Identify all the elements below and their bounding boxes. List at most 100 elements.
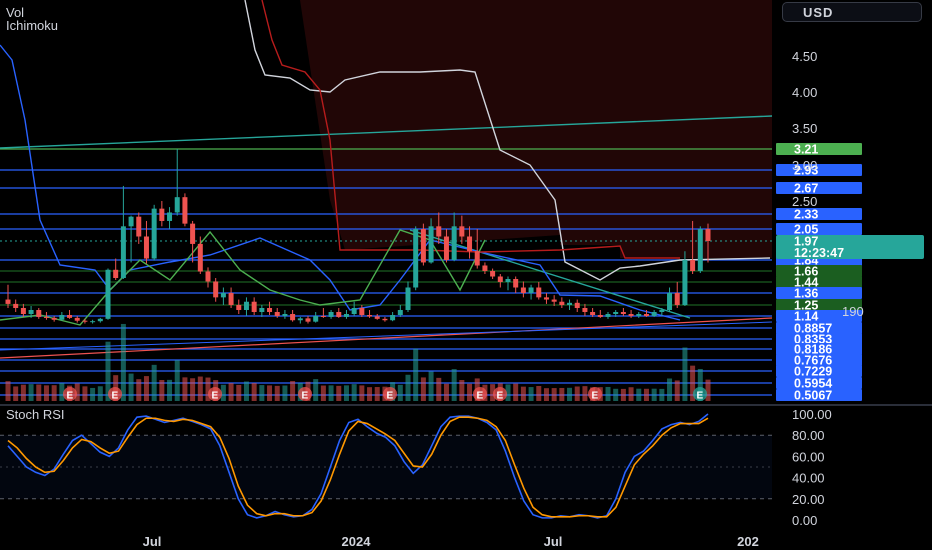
candle-body xyxy=(682,260,688,305)
volume-bar xyxy=(259,385,265,401)
candle-body xyxy=(5,299,11,304)
volume-bar xyxy=(513,383,519,401)
candle-body xyxy=(674,293,680,305)
candle-body xyxy=(190,223,196,244)
price-tick: 2.50 xyxy=(792,194,817,209)
volume-bar xyxy=(313,379,319,401)
volume-bar xyxy=(620,388,626,401)
ichimoku-legend[interactable]: Ichimoku xyxy=(6,18,58,33)
earnings-marker-text: E xyxy=(387,391,394,402)
volume-bar xyxy=(559,387,565,401)
volume-bar xyxy=(5,381,11,401)
level-label-text: 2.33 xyxy=(794,208,818,222)
candle-body xyxy=(36,310,42,317)
volume-bar xyxy=(405,374,411,401)
volume-bar xyxy=(451,369,457,401)
candle-body xyxy=(120,226,126,278)
candle-body xyxy=(620,312,626,314)
candle-body xyxy=(51,317,57,320)
candle-body xyxy=(474,251,480,266)
volume-bar xyxy=(90,387,96,401)
candle-body xyxy=(274,312,280,316)
volume-bar xyxy=(459,380,465,401)
price-tick: 3.00 xyxy=(792,158,817,173)
candle-body xyxy=(636,314,642,316)
candle-body xyxy=(582,308,588,312)
volume-bar xyxy=(197,376,203,401)
candle-body xyxy=(374,316,380,319)
candle-body xyxy=(28,310,34,314)
volume-bar xyxy=(367,387,373,401)
stoch-tick: 20.00 xyxy=(792,492,825,507)
volume-bar xyxy=(236,384,242,401)
candle-body xyxy=(313,316,319,322)
volume-bar xyxy=(51,385,57,401)
volume-bar xyxy=(605,386,611,401)
candle-body xyxy=(443,236,449,260)
volume-bar xyxy=(674,380,680,401)
volume-bar xyxy=(397,384,403,401)
candle-body xyxy=(259,308,265,312)
volume-bar xyxy=(174,360,180,401)
candle-body xyxy=(197,243,203,272)
volume-bar xyxy=(190,378,196,401)
earnings-marker-text: E xyxy=(302,391,309,402)
level-label-bg xyxy=(776,265,862,277)
earnings-marker-text: E xyxy=(212,391,219,402)
volume-bar xyxy=(120,323,126,401)
candle-body xyxy=(651,312,657,316)
price-tick: 4.00 xyxy=(792,85,817,100)
volume-bar xyxy=(651,388,657,401)
volume-bar xyxy=(13,386,19,401)
candle-body xyxy=(559,301,565,305)
volume-bar xyxy=(359,385,365,401)
earnings-marker-text: E xyxy=(67,391,74,402)
current-price-label: 1.9712:23:47 xyxy=(776,235,924,260)
volume-bar xyxy=(536,386,542,401)
volume-bar xyxy=(167,379,173,401)
volume-bar xyxy=(582,386,588,401)
countdown-text: 12:23:47 xyxy=(794,246,844,260)
level-label-bg xyxy=(776,164,862,176)
level-label: 0.5067 xyxy=(776,389,862,403)
volume-bar xyxy=(436,377,442,401)
candle-body xyxy=(367,315,373,317)
volume-bar xyxy=(413,348,419,401)
candle-body xyxy=(82,320,88,322)
currency-button[interactable]: USD xyxy=(782,2,922,22)
candle-body xyxy=(467,236,473,252)
earnings-marker-text: E xyxy=(697,391,704,402)
volume-bar xyxy=(443,383,449,401)
volume-bar xyxy=(428,371,434,401)
candle-body xyxy=(182,197,188,224)
candle-body xyxy=(43,316,49,318)
volume-bar xyxy=(682,347,688,401)
candle-body xyxy=(428,226,434,263)
level-label-text: 0.5067 xyxy=(794,389,832,403)
volume-bar xyxy=(251,383,257,401)
stoch-tick: 100.00 xyxy=(792,407,832,422)
earnings-marker-text: E xyxy=(497,391,504,402)
candle-body xyxy=(667,293,673,310)
candle-body xyxy=(351,308,357,314)
candle-body xyxy=(290,314,296,321)
volume-bar xyxy=(528,387,534,401)
stoch-tick: 60.00 xyxy=(792,449,825,464)
candle-body xyxy=(528,287,534,293)
chart-canvas[interactable]: EEEEEEEEE 3.212.932.672.332.051.841.661.… xyxy=(0,0,932,550)
price-tick: 3.50 xyxy=(792,121,817,136)
volume-bar xyxy=(159,380,165,401)
candle-body xyxy=(697,229,703,271)
stoch-rsi-legend[interactable]: Stoch RSI xyxy=(6,407,65,422)
volume-bar xyxy=(336,385,342,401)
level-label-text: 3.21 xyxy=(794,143,818,157)
volume-bar xyxy=(374,387,380,401)
candle-body xyxy=(397,310,403,315)
level-label-bg xyxy=(776,143,862,155)
volume-bar xyxy=(628,387,634,401)
candle-body xyxy=(459,226,465,237)
candle-body xyxy=(67,315,73,318)
candle-body xyxy=(390,315,396,321)
candle-body xyxy=(174,197,180,213)
stoch-tick: 40.00 xyxy=(792,471,825,486)
